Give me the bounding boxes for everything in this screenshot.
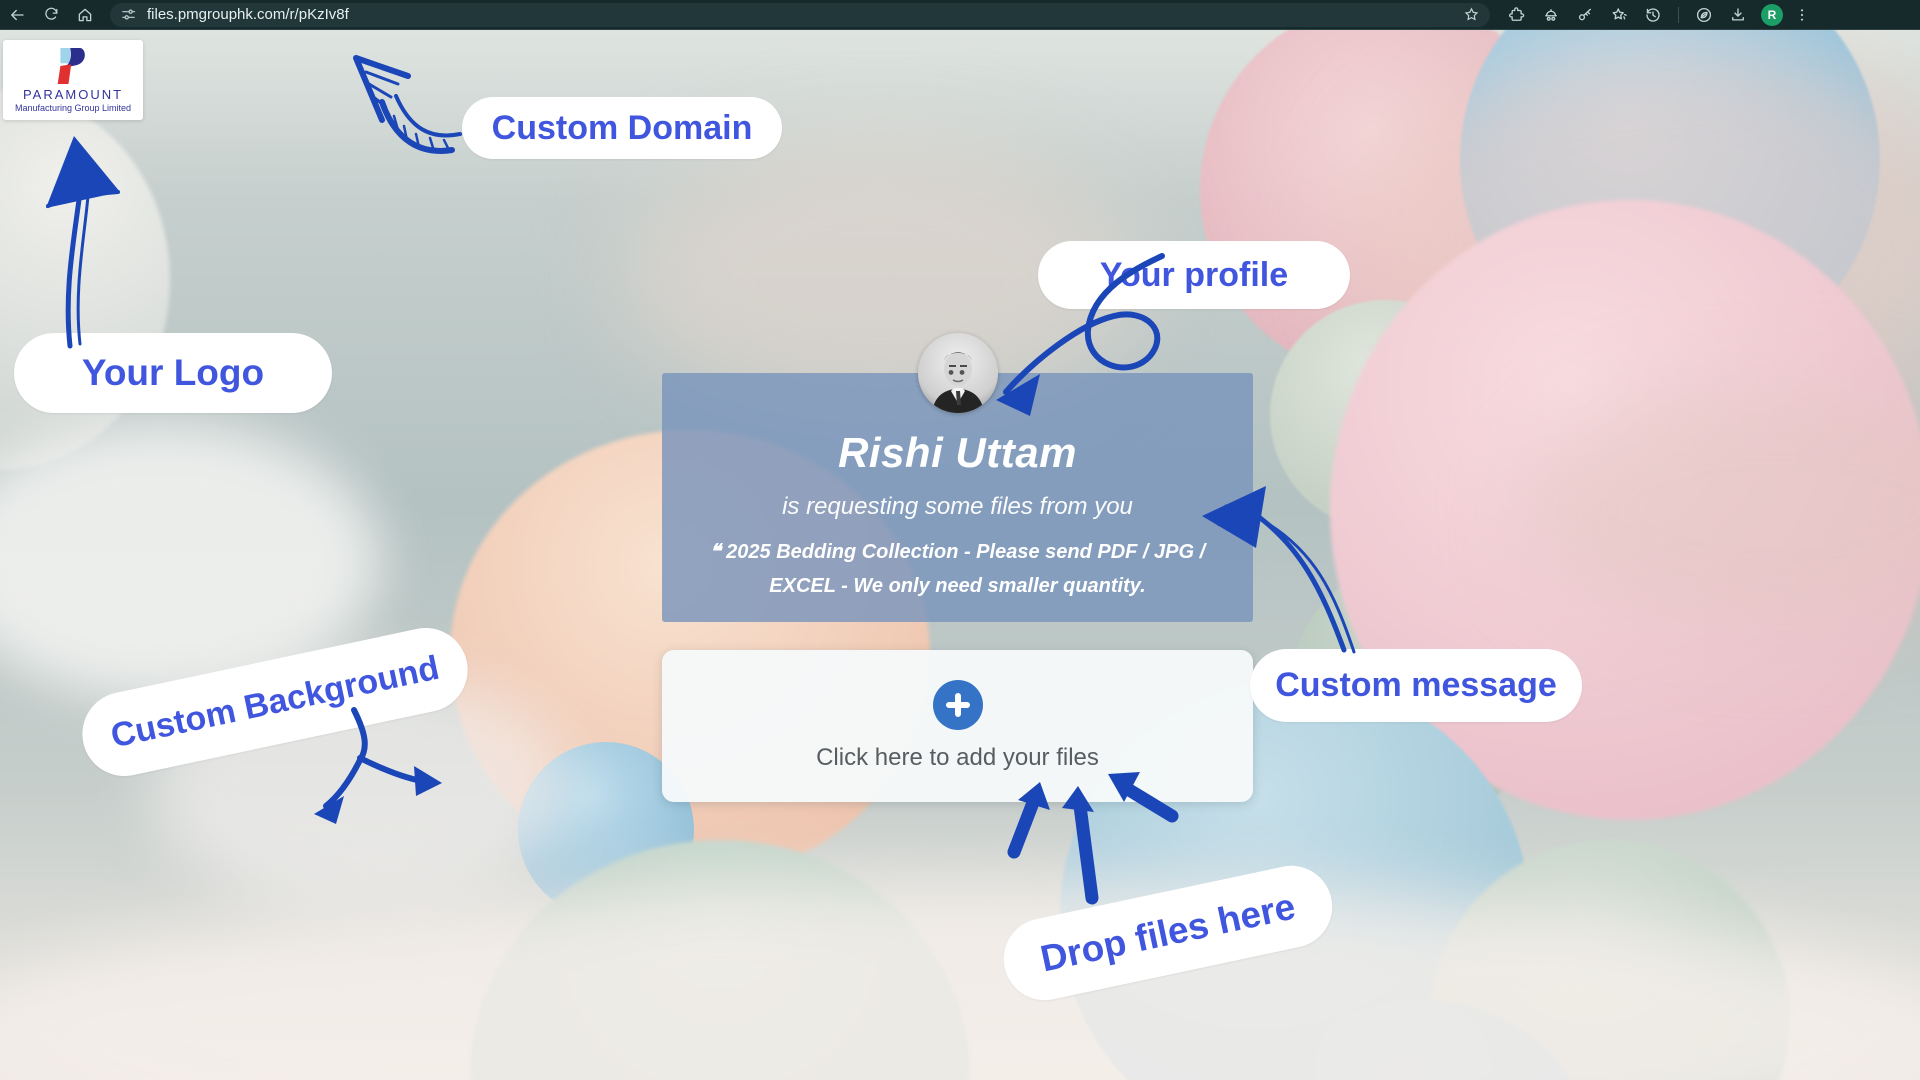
bookmark-icon[interactable] [1463,6,1480,23]
request-message-text: 2025 Bedding Collection - Please send PD… [726,541,1205,597]
requester-name: Rishi Uttam [662,429,1253,477]
request-subtitle: is requesting some files from you [662,493,1253,521]
back-button[interactable] [0,0,34,30]
annotation-custom-message: Custom message [1250,649,1582,722]
home-icon [76,6,94,24]
downloads-button[interactable] [1721,0,1755,30]
site-settings-icon [120,6,137,23]
quote-mark: ❝ [710,541,721,563]
logo-subtitle-text: Manufacturing Group Limited [15,103,131,113]
extension-cart-button[interactable] [1534,0,1568,30]
annotation-your-logo: Your Logo [14,333,332,413]
history-button[interactable] [1636,0,1670,30]
browser-window: files.pmgrouphk.com/r/pKzIv8f [0,0,1920,1080]
url-text: files.pmgrouphk.com/r/pKzIv8f [147,6,1463,23]
url-bar[interactable]: files.pmgrouphk.com/r/pKzIv8f [110,3,1490,27]
annotation-your-profile: Your profile [1038,241,1350,309]
menu-kebab-icon [1794,7,1810,23]
file-dropzone[interactable]: Click here to add your files [662,650,1253,802]
home-button[interactable] [68,0,102,30]
menu-button[interactable] [1789,0,1815,30]
password-key-icon [1576,6,1594,24]
reload-icon [43,6,60,23]
favorites-extension-button[interactable] [1602,0,1636,30]
browser-toolbar: files.pmgrouphk.com/r/pKzIv8f [0,0,1920,30]
requester-avatar [918,333,998,413]
plus-icon [945,692,971,718]
requester-portrait [918,333,998,413]
file-request-card: Rishi Uttam is requesting some files fro… [662,373,1253,622]
reload-button[interactable] [34,0,68,30]
browser-profile-avatar[interactable]: R [1761,4,1783,26]
toolbar-separator [1678,7,1679,23]
back-icon [8,6,26,24]
add-files-button[interactable] [933,680,983,730]
password-manager-button[interactable] [1568,0,1602,30]
custom-domain-arrow [356,58,460,152]
extension-cart-icon [1542,6,1560,24]
paramount-logo-mark [54,48,92,84]
favorites-star-icon [1610,6,1628,24]
company-logo: PARAMOUNT Manufacturing Group Limited [3,40,143,120]
history-icon [1644,6,1662,24]
downloads-icon [1729,6,1747,24]
extensions-button[interactable] [1500,0,1534,30]
extensions-icon [1508,6,1526,24]
leaf-extension-icon [1695,6,1713,24]
file-request-page: PARAMOUNT Manufacturing Group Limited [0,30,1920,1080]
request-message: ❝ 2025 Bedding Collection - Please send … [708,535,1208,604]
logo-brand-text: PARAMOUNT [23,87,123,102]
leaf-extension-button[interactable] [1687,0,1721,30]
background-sphere [0,90,170,470]
dropzone-label: Click here to add your files [816,744,1099,772]
annotation-custom-domain: Custom Domain [462,97,782,159]
